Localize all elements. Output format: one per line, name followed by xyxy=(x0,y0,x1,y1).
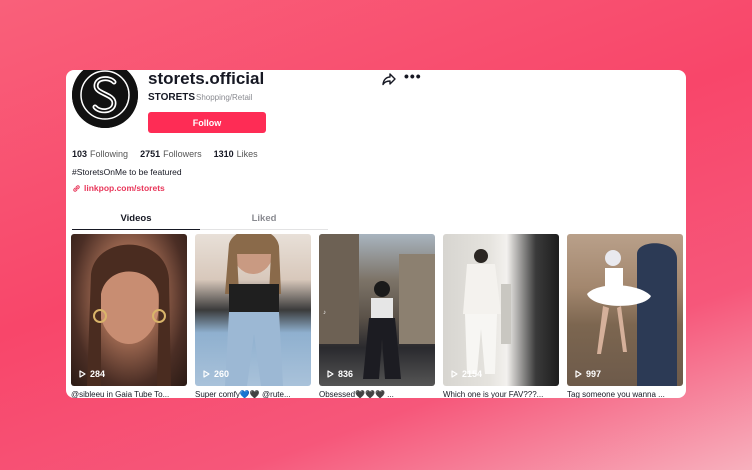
video-item[interactable]: ♪ 836 Obsessed🖤🖤🖤 ... xyxy=(319,234,435,398)
stat-likes: 1310 Likes xyxy=(214,149,258,159)
stat-value: 1310 xyxy=(213,149,234,159)
video-thumbnail[interactable]: 260 xyxy=(195,234,311,386)
view-count: 2154 xyxy=(451,369,482,379)
profile-card: storets.official STORETS Shopping/Retail… xyxy=(66,70,686,398)
avatar[interactable] xyxy=(72,70,138,128)
link-icon xyxy=(73,184,80,192)
stat-followers[interactable]: 2751 Followers xyxy=(140,149,202,159)
view-count: 260 xyxy=(203,369,229,379)
video-thumbnail[interactable]: 2154 xyxy=(443,234,559,386)
storets-logo xyxy=(72,70,138,128)
view-count-value: 284 xyxy=(90,369,106,379)
video-thumbnail[interactable]: 997 xyxy=(567,234,683,386)
play-icon xyxy=(203,370,210,378)
stat-label: Likes xyxy=(236,149,258,159)
username: storets.official xyxy=(148,70,265,88)
play-icon xyxy=(575,370,582,378)
follow-button[interactable]: Follow xyxy=(148,112,266,133)
view-count-value: 836 xyxy=(338,369,354,379)
play-icon xyxy=(451,370,458,378)
tab-divider xyxy=(200,229,328,230)
play-icon xyxy=(327,370,334,378)
nickname: STORETS xyxy=(148,92,196,103)
bio: #StoretsOnMe to be featured xyxy=(72,167,182,177)
more-icon[interactable]: ••• xyxy=(404,70,422,83)
video-caption: Super comfy💙🖤 @rute... xyxy=(195,390,291,398)
category: Shopping/Retail xyxy=(196,93,253,102)
view-count-value: 260 xyxy=(214,369,230,379)
video-item[interactable]: 997 Tag someone you wanna ... xyxy=(567,234,683,398)
thumbnail-art xyxy=(463,249,511,374)
view-count: 997 xyxy=(575,369,601,379)
video-caption: Which one is your FAV???... xyxy=(443,390,544,398)
stat-following[interactable]: 103 Following xyxy=(72,149,128,159)
video-caption: @sibleeu in Gaia Tube To... xyxy=(71,390,170,398)
thumbnail-art: ♪ xyxy=(319,234,435,379)
share-icon[interactable] xyxy=(382,72,396,86)
tab-liked[interactable]: Liked xyxy=(200,210,328,230)
video-item[interactable]: 260 Super comfy💙🖤 @rute... xyxy=(195,234,311,398)
link-text: linkpop.com/storets xyxy=(84,183,165,193)
stat-value: 2751 xyxy=(140,149,161,159)
video-grid: 284 @sibleeu in Gaia Tube To... 260 Supe… xyxy=(71,234,683,398)
profile-tabs: Videos Liked xyxy=(72,210,328,230)
video-thumbnail[interactable]: 284 xyxy=(71,234,187,386)
thumbnail-art xyxy=(87,244,171,386)
video-thumbnail[interactable]: ♪ 836 xyxy=(319,234,435,386)
stat-label: Followers xyxy=(163,149,202,159)
bio-link[interactable]: linkpop.com/storets xyxy=(72,183,165,193)
stats-row: 103 Following 2751 Followers 1310 Likes xyxy=(72,149,258,159)
view-count: 284 xyxy=(79,369,105,379)
view-count: 836 xyxy=(327,369,353,379)
stat-label: Following xyxy=(90,149,129,159)
view-count-value: 2154 xyxy=(462,369,483,379)
video-caption: Tag someone you wanna ... xyxy=(567,390,665,398)
video-item[interactable]: 284 @sibleeu in Gaia Tube To... xyxy=(71,234,187,398)
stat-value: 103 xyxy=(72,149,88,159)
video-caption: Obsessed🖤🖤🖤 ... xyxy=(319,390,394,398)
view-count-value: 997 xyxy=(586,369,602,379)
svg-text:♪: ♪ xyxy=(323,310,326,316)
thumbnail-art xyxy=(587,243,677,386)
tab-videos[interactable]: Videos xyxy=(72,210,200,230)
thumbnail-art xyxy=(225,234,283,386)
play-icon xyxy=(79,370,86,378)
video-item[interactable]: 2154 Which one is your FAV???... xyxy=(443,234,559,398)
